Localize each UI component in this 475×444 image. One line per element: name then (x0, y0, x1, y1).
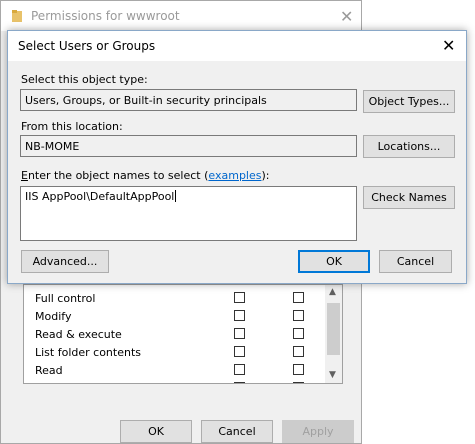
object-type-field: Users, Groups, or Built-in security prin… (20, 89, 357, 111)
deny-checkbox[interactable] (293, 382, 304, 383)
permission-row: Read (24, 361, 329, 379)
locations-button[interactable]: Locations... (363, 135, 455, 158)
scrollbar-thumb[interactable] (327, 303, 340, 355)
advanced-button[interactable]: Advanced... (21, 250, 109, 273)
location-field: NB-MOME (20, 135, 357, 157)
deny-checkbox[interactable] (293, 346, 304, 357)
permissions-close-icon[interactable]: ✕ (340, 7, 353, 26)
check-names-button[interactable]: Check Names (363, 186, 455, 209)
allow-checkbox[interactable] (234, 328, 245, 339)
permission-label: Read (35, 364, 63, 377)
ok-button[interactable]: OK (298, 250, 370, 273)
permission-label: Read & execute (35, 328, 122, 341)
object-names-label-suffix: ): (261, 169, 270, 182)
permission-row (24, 379, 329, 383)
location-label: From this location: (21, 120, 123, 133)
permission-row: Modify (24, 307, 329, 325)
permission-row: Read & execute (24, 325, 329, 343)
deny-checkbox[interactable] (293, 364, 304, 375)
allow-checkbox[interactable] (234, 292, 245, 303)
permissions-titlebar: Permissions for wwwroot ✕ (1, 1, 361, 31)
permissions-window-title: Permissions for wwwroot (31, 9, 180, 23)
dialog-title: Select Users or Groups (18, 39, 156, 53)
allow-checkbox[interactable] (234, 346, 245, 357)
permissions-apply-button[interactable]: Apply (282, 420, 354, 443)
permissions-scrollbar[interactable]: ▲ ▼ (325, 285, 342, 383)
examples-link[interactable]: examples (208, 169, 261, 182)
object-names-input[interactable]: IIS AppPool\DefaultAppPool (20, 186, 357, 241)
permissions-cancel-button[interactable]: Cancel (201, 420, 273, 443)
object-names-label-text: nter the object names to select ( (27, 169, 209, 182)
object-type-label: Select this object type: (21, 73, 148, 86)
permission-row: List folder contents (24, 343, 329, 361)
permission-label: Modify (35, 310, 72, 323)
text-caret (175, 190, 177, 202)
object-names-label-accesskey: E (21, 169, 28, 182)
object-types-button[interactable]: Object Types... (363, 90, 455, 113)
deny-checkbox[interactable] (293, 310, 304, 321)
deny-checkbox[interactable] (293, 328, 304, 339)
cancel-button[interactable]: Cancel (379, 250, 452, 273)
dialog-close-icon[interactable]: ✕ (442, 36, 455, 55)
object-names-value: IIS AppPool\DefaultAppPool (25, 190, 175, 203)
permissions-ok-button[interactable]: OK (120, 420, 192, 443)
permission-label: List folder contents (35, 346, 141, 359)
dialog-titlebar: Select Users or Groups ✕ (8, 31, 466, 61)
object-names-label: Enter the object names to select (exampl… (21, 169, 269, 182)
allow-checkbox[interactable] (234, 310, 245, 321)
scroll-down-icon[interactable]: ▼ (329, 370, 336, 380)
permission-label: Full control (35, 292, 96, 305)
scroll-up-icon[interactable]: ▲ (329, 287, 336, 297)
deny-checkbox[interactable] (293, 292, 304, 303)
permissions-list: Full control Modify Read & execute List … (23, 284, 343, 384)
folder-icon (12, 10, 22, 22)
allow-checkbox[interactable] (234, 382, 245, 383)
allow-checkbox[interactable] (234, 364, 245, 375)
select-users-dialog: Select Users or Groups ✕ Select this obj… (7, 30, 467, 284)
permission-row: Full control (24, 289, 329, 307)
